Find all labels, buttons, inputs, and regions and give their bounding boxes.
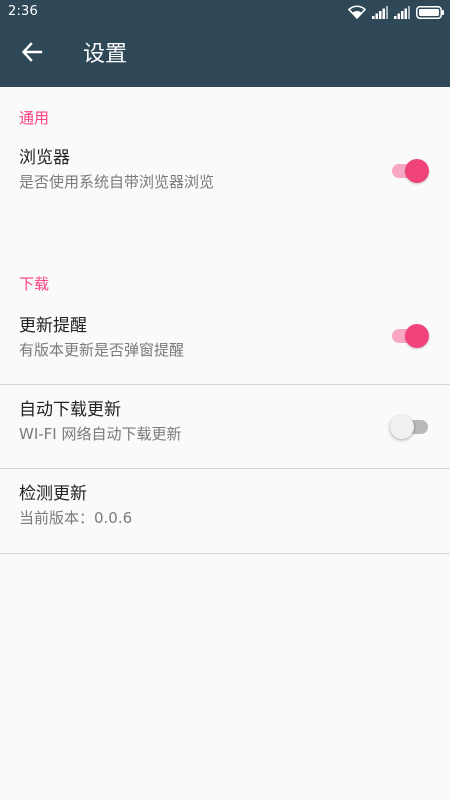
pref-summary: 有版本更新是否弹窗提醒 bbox=[19, 341, 185, 359]
wifi-icon bbox=[348, 5, 366, 19]
app-bar: 2:36 设置 bbox=[0, 0, 450, 87]
pref-title: 浏览器 bbox=[19, 148, 70, 168]
switch-thumb bbox=[405, 324, 429, 348]
section-header-general: 通用 bbox=[19, 109, 50, 127]
page-title: 设置 bbox=[83, 42, 128, 67]
browser-switch[interactable] bbox=[392, 159, 429, 183]
back-button[interactable] bbox=[10, 32, 54, 76]
section-header-download: 下载 bbox=[19, 275, 50, 293]
signal-icon bbox=[372, 5, 388, 19]
signal-icon bbox=[394, 5, 410, 19]
arrow-back-icon bbox=[21, 41, 43, 67]
pref-summary: 是否使用系统自带浏览器浏览 bbox=[19, 173, 215, 191]
switch-thumb bbox=[405, 159, 429, 183]
pref-update-reminder[interactable]: 更新提醒 有版本更新是否弹窗提醒 bbox=[0, 313, 450, 385]
pref-browser[interactable]: 浏览器 是否使用系统自带浏览器浏览 bbox=[0, 147, 450, 273]
status-time: 2:36 bbox=[8, 4, 38, 19]
battery-icon bbox=[416, 5, 444, 19]
pref-summary: 当前版本：0.0.6 bbox=[19, 509, 133, 527]
pref-summary: WI-FI 网络自动下载更新 bbox=[19, 425, 182, 443]
pref-title: 更新提醒 bbox=[19, 316, 87, 336]
switch-thumb bbox=[390, 415, 414, 439]
settings-list: 通用 浏览器 是否使用系统自带浏览器浏览 下载 更新提醒 有版本更新是否弹窗提醒… bbox=[0, 87, 450, 554]
status-icons bbox=[348, 3, 444, 21]
update-reminder-switch[interactable] bbox=[392, 324, 429, 348]
pref-title: 检测更新 bbox=[19, 484, 87, 504]
auto-download-switch[interactable] bbox=[390, 415, 428, 439]
pref-check-update[interactable]: 检测更新 当前版本：0.0.6 bbox=[0, 469, 450, 554]
pref-title: 自动下载更新 bbox=[19, 400, 121, 420]
toolbar: 设置 bbox=[0, 24, 450, 87]
pref-auto-download[interactable]: 自动下载更新 WI-FI 网络自动下载更新 bbox=[0, 385, 450, 469]
status-bar: 2:36 bbox=[0, 0, 450, 24]
